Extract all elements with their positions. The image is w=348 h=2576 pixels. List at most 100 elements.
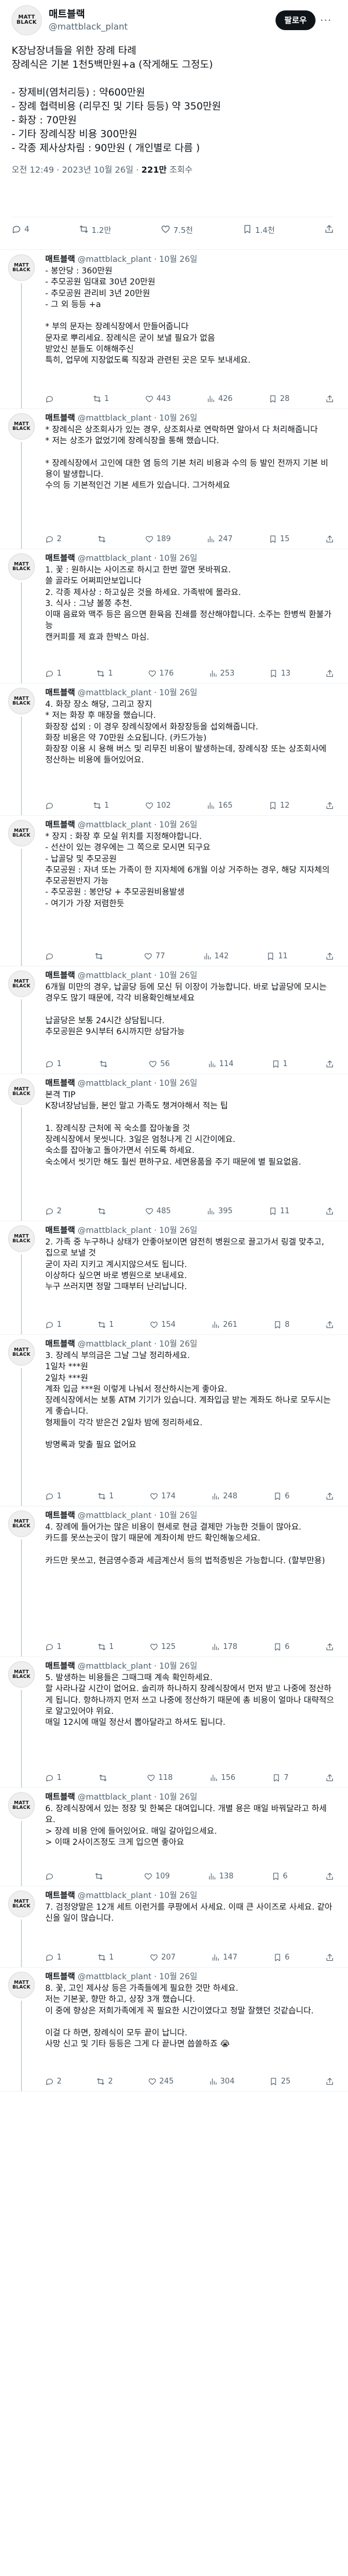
reply-post[interactable]: MATT BLACK 매트블랙 @mattblack_plant · 10월 2… bbox=[0, 1886, 348, 1967]
retweet-button[interactable]: 1 bbox=[97, 1953, 114, 1962]
bookmark-button[interactable]: 11 bbox=[269, 1207, 289, 1216]
reply-button[interactable]: 1 bbox=[45, 1060, 61, 1068]
avatar[interactable]: MATT BLACK bbox=[8, 820, 35, 846]
retweet-button[interactable] bbox=[95, 952, 106, 961]
author-handle[interactable]: @mattblack_plant bbox=[49, 21, 276, 32]
avatar[interactable]: MATT BLACK bbox=[8, 1339, 35, 1366]
retweet-button[interactable]: 1 bbox=[97, 1643, 114, 1651]
avatar[interactable]: MATT BLACK bbox=[8, 254, 35, 281]
author-handle-date[interactable]: @mattblack_plant · 10월 26일 bbox=[78, 414, 197, 423]
share-button[interactable] bbox=[325, 1643, 334, 1651]
reply-button[interactable] bbox=[45, 1872, 57, 1881]
reply-button[interactable]: 4 bbox=[12, 224, 30, 234]
author-name[interactable]: 매트블랙 bbox=[45, 1226, 75, 1235]
author-handle-date[interactable]: @mattblack_plant · 10월 26일 bbox=[78, 1793, 197, 1802]
retweet-button[interactable]: 1 bbox=[93, 395, 109, 403]
retweet-button[interactable]: 1.2만 bbox=[79, 224, 111, 235]
bookmark-button[interactable]: 11 bbox=[266, 952, 288, 961]
views-button[interactable]: 138 bbox=[208, 1872, 234, 1881]
retweet-button[interactable] bbox=[99, 1774, 110, 1782]
reply-button[interactable]: 1 bbox=[45, 1953, 61, 1962]
views-button[interactable]: 147 bbox=[211, 1953, 237, 1962]
bookmark-button[interactable]: 25 bbox=[269, 2077, 291, 2086]
reply-post[interactable]: MATT BLACK 매트블랙 @mattblack_plant · 10월 2… bbox=[0, 1506, 348, 1656]
share-button[interactable] bbox=[325, 535, 334, 543]
avatar[interactable]: MATT BLACK bbox=[8, 1972, 35, 1998]
reply-post[interactable]: MATT BLACK 매트블랙 @mattblack_plant · 10월 2… bbox=[0, 250, 348, 408]
avatar[interactable]: MATT BLACK bbox=[8, 688, 35, 714]
author-name[interactable]: 매트블랙 bbox=[45, 1793, 75, 1802]
bookmark-button[interactable]: 6 bbox=[273, 1643, 289, 1651]
views-button[interactable]: 248 bbox=[211, 1492, 237, 1501]
avatar[interactable]: MATT BLACK bbox=[8, 1225, 35, 1252]
like-button[interactable]: 154 bbox=[150, 1320, 176, 1329]
author-handle-date[interactable]: @mattblack_plant · 10월 26일 bbox=[78, 688, 197, 698]
views-button[interactable]: 178 bbox=[211, 1643, 237, 1651]
reply-button[interactable]: 1 bbox=[45, 1492, 61, 1501]
views-button[interactable]: 114 bbox=[208, 1060, 234, 1068]
reply-button[interactable]: 1 bbox=[45, 1643, 61, 1651]
retweet-button[interactable] bbox=[95, 1872, 106, 1881]
views-button[interactable]: 142 bbox=[203, 952, 229, 961]
bookmark-button[interactable]: 1.4천 bbox=[242, 224, 275, 235]
share-button[interactable] bbox=[325, 1872, 334, 1881]
bookmark-button[interactable]: 6 bbox=[273, 1953, 289, 1962]
author-name[interactable]: 매트블랙 bbox=[45, 971, 75, 980]
author-handle-date[interactable]: @mattblack_plant · 10월 26일 bbox=[78, 1972, 197, 1982]
like-button[interactable]: 7.5천 bbox=[161, 224, 193, 235]
views-button[interactable]: 261 bbox=[211, 1320, 237, 1329]
avatar[interactable]: MATT BLACK bbox=[8, 1661, 35, 1688]
bookmark-button[interactable]: 28 bbox=[269, 395, 289, 403]
avatar[interactable]: MATT BLACK bbox=[8, 970, 35, 997]
author-handle-date[interactable]: @mattblack_plant · 10월 26일 bbox=[78, 1079, 197, 1088]
like-button[interactable]: 245 bbox=[148, 2077, 173, 2086]
bookmark-button[interactable]: 6 bbox=[271, 1872, 288, 1881]
retweet-button[interactable]: 1 bbox=[97, 1492, 114, 1501]
retweet-button[interactable] bbox=[99, 1060, 111, 1068]
bookmark-button[interactable]: 1 bbox=[271, 1060, 288, 1068]
views-button[interactable]: 426 bbox=[206, 395, 233, 403]
bookmark-button[interactable]: 8 bbox=[273, 1320, 289, 1329]
share-button[interactable] bbox=[324, 224, 334, 234]
reply-post[interactable]: MATT BLACK 매트블랙 @mattblack_plant · 10월 2… bbox=[0, 408, 348, 549]
like-button[interactable]: 77 bbox=[144, 952, 165, 961]
author-handle-date[interactable]: @mattblack_plant · 10월 26일 bbox=[78, 820, 197, 830]
views-button[interactable]: 247 bbox=[206, 535, 233, 543]
author-handle-date[interactable]: @mattblack_plant · 10월 26일 bbox=[78, 971, 197, 980]
like-button[interactable]: 174 bbox=[150, 1492, 176, 1501]
avatar[interactable]: MATT BLACK bbox=[8, 553, 35, 580]
share-button[interactable] bbox=[325, 1207, 334, 1216]
author-name[interactable]: 매트블랙 bbox=[45, 1891, 75, 1900]
views-button[interactable]: 395 bbox=[206, 1207, 233, 1216]
reply-post[interactable]: MATT BLACK 매트블랙 @mattblack_plant · 10월 2… bbox=[0, 1967, 348, 2091]
reply-post[interactable]: MATT BLACK 매트블랙 @mattblack_plant · 10월 2… bbox=[0, 1334, 348, 1506]
views-button[interactable]: 156 bbox=[209, 1774, 235, 1782]
reply-button[interactable]: 2 bbox=[45, 2077, 61, 2086]
views-button[interactable]: 304 bbox=[209, 2077, 234, 2086]
retweet-button[interactable]: 1 bbox=[96, 669, 113, 678]
author-name[interactable]: 매트블랙 bbox=[45, 1340, 75, 1349]
like-button[interactable]: 118 bbox=[147, 1774, 173, 1782]
more-options-icon[interactable]: ··· bbox=[320, 14, 332, 27]
reply-button[interactable]: 1 bbox=[45, 1774, 61, 1782]
avatar[interactable]: MATT BLACK bbox=[8, 1891, 35, 1917]
author-handle-date[interactable]: @mattblack_plant · 10월 26일 bbox=[78, 554, 197, 563]
avatar[interactable]: MATT BLACK bbox=[8, 413, 35, 440]
retweet-button[interactable] bbox=[97, 1207, 109, 1216]
avatar[interactable]: MATT BLACK bbox=[12, 5, 42, 35]
like-button[interactable]: 102 bbox=[145, 801, 171, 810]
bookmark-button[interactable]: 13 bbox=[269, 669, 291, 678]
reply-post[interactable]: MATT BLACK 매트블랙 @mattblack_plant · 10월 2… bbox=[0, 683, 348, 815]
reply-button[interactable]: 2 bbox=[45, 535, 61, 543]
author-handle-date[interactable]: @mattblack_plant · 10월 26일 bbox=[78, 255, 197, 264]
share-button[interactable] bbox=[325, 1060, 334, 1068]
bookmark-button[interactable]: 15 bbox=[269, 535, 289, 543]
share-button[interactable] bbox=[325, 1492, 334, 1501]
bookmark-button[interactable]: 12 bbox=[269, 801, 289, 810]
author-name[interactable]: 매트블랙 bbox=[49, 8, 276, 21]
share-button[interactable] bbox=[325, 1953, 334, 1962]
like-button[interactable]: 56 bbox=[148, 1060, 170, 1068]
author-handle-date[interactable]: @mattblack_plant · 10월 26일 bbox=[78, 1891, 197, 1900]
reply-post[interactable]: MATT BLACK 매트블랙 @mattblack_plant · 10월 2… bbox=[0, 1656, 348, 1787]
author-name[interactable]: 매트블랙 bbox=[45, 1511, 75, 1520]
